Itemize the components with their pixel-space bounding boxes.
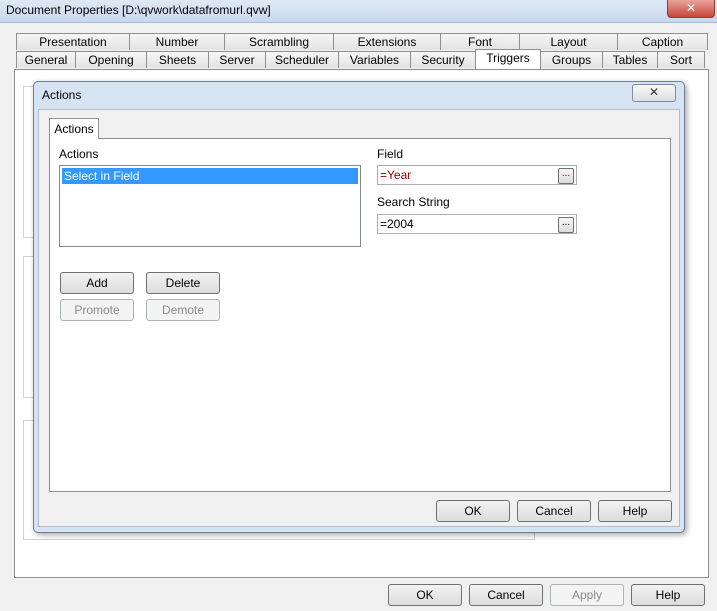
tab-layout[interactable]: Layout [519, 33, 618, 50]
apply-button[interactable]: Apply [550, 584, 624, 606]
search-string-value: =2004 [380, 217, 414, 231]
list-item[interactable]: Select in Field [62, 168, 358, 184]
tab-tables[interactable]: Tables [602, 51, 658, 68]
tab-presentation[interactable]: Presentation [16, 33, 130, 50]
search-string-expression-button[interactable]: ... [558, 217, 574, 233]
actions-ok-button[interactable]: OK [436, 500, 510, 522]
tab-general[interactable]: General [16, 51, 76, 68]
window-close-button[interactable]: ✕ [667, 0, 715, 18]
actions-dialog: Actions ✕ Actions Actions Select in Fiel… [33, 81, 685, 533]
tab-row-bottom: General Opening Sheets Server Scheduler … [16, 49, 705, 69]
tab-triggers[interactable]: Triggers [475, 49, 541, 69]
tab-sort[interactable]: Sort [657, 51, 705, 68]
actions-help-button[interactable]: Help [598, 500, 672, 522]
actions-label: Actions [59, 147, 99, 161]
field-input[interactable]: =Year ... [377, 165, 577, 185]
add-button[interactable]: Add [60, 272, 134, 294]
tab-security[interactable]: Security [410, 51, 476, 68]
tab-row-top: Presentation Number Scrambling Extension… [16, 33, 708, 50]
tab-font[interactable]: Font [440, 33, 520, 50]
demote-button[interactable]: Demote [146, 299, 220, 321]
window-title-bar: Document Properties [D:\qvwork\datafromu… [0, 0, 717, 23]
tab-server[interactable]: Server [208, 51, 266, 68]
ok-button[interactable]: OK [388, 584, 462, 606]
search-string-input[interactable]: =2004 ... [377, 214, 577, 234]
promote-button[interactable]: Promote [60, 299, 134, 321]
actions-dialog-title: Actions [42, 88, 82, 102]
actions-listbox[interactable]: Select in Field [59, 165, 361, 247]
field-expression-button[interactable]: ... [558, 168, 574, 184]
tab-groups[interactable]: Groups [540, 51, 603, 68]
tab-extensions[interactable]: Extensions [333, 33, 441, 50]
tab-variables[interactable]: Variables [338, 51, 411, 68]
field-input-value: =Year [380, 168, 412, 182]
actions-cancel-button[interactable]: Cancel [517, 500, 591, 522]
help-button[interactable]: Help [631, 584, 705, 606]
actions-tab-panel: Actions Select in Field Field =Year ... … [49, 138, 671, 492]
tab-scheduler[interactable]: Scheduler [265, 51, 339, 68]
delete-button[interactable]: Delete [146, 272, 220, 294]
tab-scrambling[interactable]: Scrambling [224, 33, 334, 50]
actions-dialog-close-button[interactable]: ✕ [632, 84, 676, 102]
close-icon: ✕ [685, 1, 697, 15]
search-string-label: Search String [377, 195, 450, 209]
tab-opening[interactable]: Opening [75, 51, 147, 68]
window-title: Document Properties [D:\qvwork\datafromu… [6, 3, 271, 17]
actions-dialog-body: Actions Actions Select in Field Field =Y… [38, 109, 680, 527]
field-label: Field [377, 147, 404, 161]
tab-sheets[interactable]: Sheets [146, 51, 209, 68]
tab-actions[interactable]: Actions [49, 118, 99, 139]
tab-caption[interactable]: Caption [617, 33, 708, 50]
close-icon: ✕ [648, 85, 660, 99]
tab-number[interactable]: Number [129, 33, 225, 50]
cancel-button[interactable]: Cancel [469, 584, 543, 606]
